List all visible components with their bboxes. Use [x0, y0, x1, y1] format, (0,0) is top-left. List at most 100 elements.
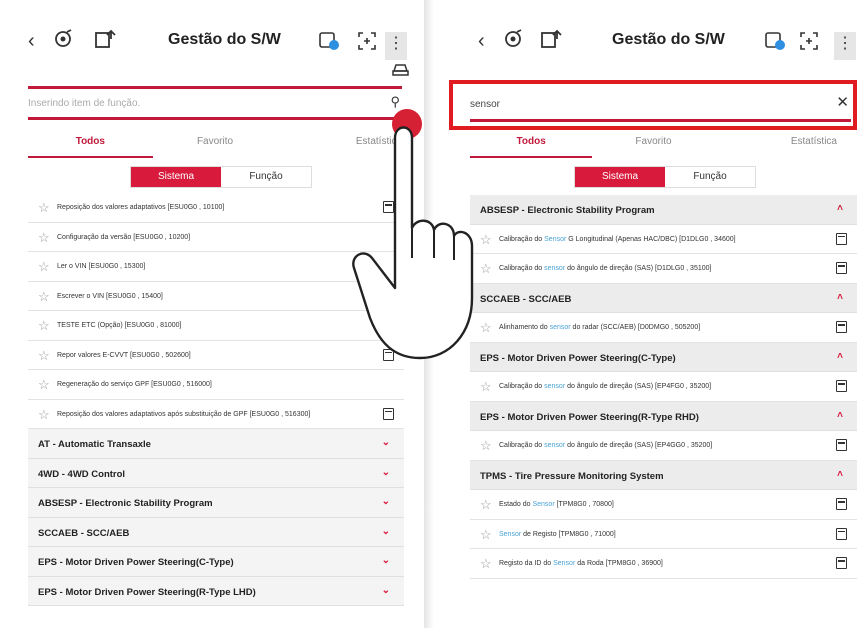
- favorite-star-icon[interactable]: ☆: [480, 527, 492, 543]
- search-bar-top-border: [28, 86, 402, 89]
- favorite-star-icon[interactable]: ☆: [38, 348, 50, 364]
- diagnostic-icon[interactable]: [502, 28, 524, 50]
- list-item[interactable]: ☆ Escrever o VIN [ESU0G0 , 15400]: [28, 281, 404, 311]
- more-menu-icon[interactable]: ⋮: [834, 32, 856, 60]
- favorite-star-icon[interactable]: ☆: [38, 377, 50, 393]
- favorite-star-icon[interactable]: ☆: [38, 318, 50, 334]
- tab-favorito[interactable]: Favorito: [592, 134, 714, 158]
- chevron-up-icon[interactable]: ˄: [837, 203, 843, 214]
- chevron-up-icon[interactable]: ˄: [837, 410, 843, 421]
- section-header[interactable]: EPS - Motor Driven Power Steering(C-Type…: [28, 547, 404, 577]
- toggle-sistema[interactable]: Sistema: [575, 167, 665, 187]
- toggle-sistema[interactable]: Sistema: [131, 167, 221, 187]
- document-icon[interactable]: [836, 439, 847, 451]
- favorite-star-icon[interactable]: ☆: [38, 259, 50, 275]
- tab-todos[interactable]: Todos: [470, 134, 593, 158]
- favorite-star-icon[interactable]: ☆: [480, 320, 492, 336]
- list-item[interactable]: ☆ Calibração do sensor do ângulo de direç…: [470, 254, 857, 284]
- more-menu-icon[interactable]: ⋮: [385, 32, 407, 60]
- chevron-down-icon[interactable]: ⌄: [382, 437, 390, 448]
- list-item[interactable]: ☆ Regeneração do serviço GPF [ESU0G0 , 51…: [28, 370, 404, 400]
- list-item[interactable]: ☆ TESTE ETC (Opção) [ESU0G0 , 81000]: [28, 311, 404, 341]
- document-icon[interactable]: [836, 232, 847, 245]
- list-item[interactable]: ☆ Alinhamento do sensor do radar (SCC/AEB…: [470, 313, 857, 343]
- section-header[interactable]: TPMS - Tire Pressure Monitoring System ˄: [470, 460, 857, 490]
- document-icon[interactable]: [383, 407, 394, 420]
- section-header[interactable]: EPS - Motor Driven Power Steering(R-Type…: [470, 401, 857, 431]
- section-header[interactable]: EPS - Motor Driven Power Steering(C-Type…: [470, 342, 857, 372]
- list-item[interactable]: ☆ Reposição dos valores adaptativos [ESU0…: [28, 193, 404, 223]
- back-arrow-icon[interactable]: ‹: [28, 30, 35, 53]
- list-item[interactable]: ☆ Reposição dos valores adaptativos após …: [28, 399, 404, 429]
- section-header[interactable]: SCCAEB - SCC/AEB ˄: [470, 283, 857, 313]
- app-header: ‹ Gestão do S/W ⋮: [0, 0, 424, 82]
- chevron-down-icon[interactable]: ⌄: [382, 555, 390, 566]
- tab-todos[interactable]: Todos: [28, 134, 153, 158]
- favorite-star-icon[interactable]: ☆: [480, 261, 492, 277]
- list-item[interactable]: ☆ Configuração da versão [ESU0G0 , 10200]: [28, 222, 404, 252]
- document-icon[interactable]: [836, 527, 847, 540]
- toggle-funcao[interactable]: Função: [221, 167, 311, 187]
- list-item[interactable]: ☆ Ler o VIN [ESU0G0 , 15300]: [28, 252, 404, 282]
- tab-estatistica[interactable]: Estatística: [715, 134, 837, 158]
- chevron-down-icon[interactable]: ⌄: [382, 496, 390, 507]
- list-item[interactable]: ☆ Sensor de Registo [TPM8G0 , 71000]: [470, 519, 857, 549]
- view-toggle: Sistema Função: [130, 166, 312, 188]
- toggle-funcao[interactable]: Função: [665, 167, 755, 187]
- search-results: ABSESP - Electronic Stability Program ˄ ☆…: [470, 195, 857, 579]
- list-item[interactable]: ☆ Registo da ID do Sensor da Roda [TPM8G0…: [470, 549, 857, 579]
- tab-favorito[interactable]: Favorito: [153, 134, 278, 158]
- list-item[interactable]: ☆ Calibração do sensor do ângulo de direç…: [470, 372, 857, 402]
- document-icon[interactable]: [836, 557, 847, 569]
- document-icon[interactable]: [836, 321, 847, 333]
- chevron-up-icon[interactable]: ˄: [837, 351, 843, 362]
- search-highlight-box: [449, 80, 857, 130]
- document-icon[interactable]: [836, 380, 847, 392]
- screen-capture-icon[interactable]: [356, 30, 378, 52]
- chevron-down-icon[interactable]: ⌄: [382, 526, 390, 537]
- app-header: ‹ Gestão do S/W ⋮: [456, 0, 857, 82]
- favorite-star-icon[interactable]: ☆: [38, 230, 50, 246]
- list-item[interactable]: ☆ Calibração do Sensor G Longitudinal (Ap…: [470, 224, 857, 254]
- vci-status-icon[interactable]: [764, 30, 786, 52]
- back-arrow-icon[interactable]: ‹: [478, 30, 485, 53]
- favorite-star-icon[interactable]: ☆: [480, 438, 492, 454]
- favorite-star-icon[interactable]: ☆: [480, 232, 492, 248]
- section-header[interactable]: SCCAEB - SCC/AEB ⌄: [28, 517, 404, 547]
- pointing-hand-icon: [352, 126, 474, 360]
- screen-capture-icon[interactable]: [798, 30, 820, 52]
- function-list: ☆ Reposição dos valores adaptativos [ESU0…: [28, 193, 404, 606]
- search-input[interactable]: [28, 94, 374, 112]
- section-header[interactable]: EPS - Motor Driven Power Steering(R-Type…: [28, 576, 404, 606]
- favorite-star-icon[interactable]: ☆: [38, 407, 50, 423]
- favorite-star-icon[interactable]: ☆: [480, 497, 492, 513]
- document-icon[interactable]: [836, 498, 847, 510]
- favorite-star-icon[interactable]: ☆: [38, 200, 50, 216]
- vehicle-icon[interactable]: [392, 62, 410, 78]
- upload-document-icon[interactable]: [540, 28, 562, 50]
- section-header[interactable]: 4WD - 4WD Control ⌄: [28, 458, 404, 488]
- list-item[interactable]: ☆ Calibração do sensor do ângulo de direç…: [470, 431, 857, 461]
- view-toggle: Sistema Função: [574, 166, 756, 188]
- vci-status-icon[interactable]: [318, 30, 340, 52]
- page-title: Gestão do S/W: [612, 31, 725, 48]
- favorite-star-icon[interactable]: ☆: [38, 289, 50, 305]
- chevron-up-icon[interactable]: ˄: [837, 292, 843, 303]
- list-item[interactable]: ☆ Estado do Sensor [TPM8G0 , 70800]: [470, 490, 857, 520]
- chevron-down-icon[interactable]: ⌄: [382, 585, 390, 596]
- section-header[interactable]: ABSESP - Electronic Stability Program ˄: [470, 195, 857, 225]
- page-title: Gestão do S/W: [168, 31, 281, 48]
- chevron-down-icon[interactable]: ⌄: [382, 467, 390, 478]
- list-item[interactable]: ☆ Repor valores E-CVVT [ESU0G0 , 502600]: [28, 340, 404, 370]
- document-icon[interactable]: [836, 262, 847, 274]
- section-header[interactable]: AT - Automatic Transaxle ⌄: [28, 429, 404, 459]
- search-bar-bottom-border: [28, 117, 402, 120]
- favorite-star-icon[interactable]: ☆: [480, 379, 492, 395]
- chevron-up-icon[interactable]: ˄: [837, 469, 843, 480]
- diagnostic-icon[interactable]: [52, 28, 74, 50]
- search-icon[interactable]: ⚲: [390, 94, 400, 110]
- tab-bar: Todos Favorito Estatística: [470, 134, 837, 158]
- favorite-star-icon[interactable]: ☆: [480, 556, 492, 572]
- upload-document-icon[interactable]: [94, 28, 116, 50]
- section-header[interactable]: ABSESP - Electronic Stability Program ⌄: [28, 488, 404, 518]
